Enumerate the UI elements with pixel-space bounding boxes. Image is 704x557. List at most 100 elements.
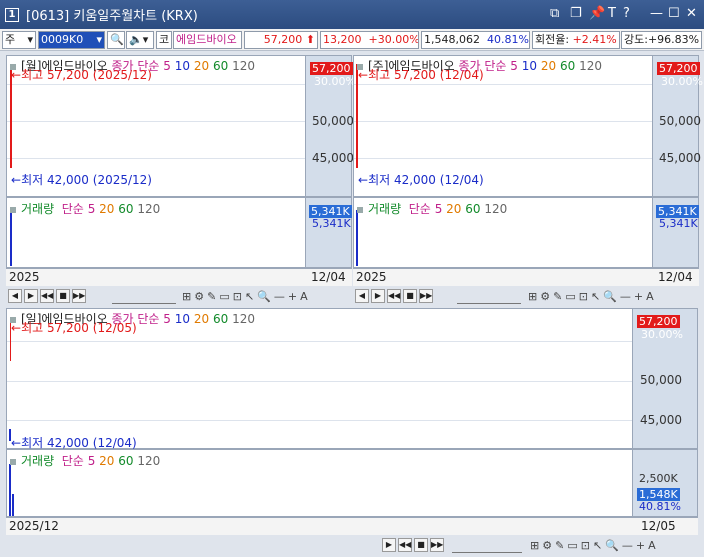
change-value: 13,200 +30.00% <box>320 31 419 49</box>
window-icon[interactable]: ▭ <box>219 290 229 303</box>
monthly-price-pane[interactable]: [월]에임드바이오 종가 단순 5 10 20 60 120 ←최고 57,20… <box>6 55 356 197</box>
zoom-icon[interactable]: 🔍 <box>257 290 271 303</box>
cursor-icon[interactable]: ↖ <box>593 539 602 552</box>
stock-name: 에임드바이오 <box>173 31 242 49</box>
stop-icon[interactable]: ■ <box>403 289 417 303</box>
weekly-price-pane[interactable]: [주]에임드바이오 종가 단순 5 10 20 60 120 ←최고 57,20… <box>353 55 703 197</box>
gear-icon[interactable]: ⚙ <box>540 290 550 303</box>
grid-icon[interactable]: ⊞ <box>182 290 191 303</box>
help-icon[interactable]: ? <box>623 6 630 21</box>
weekly-footer: 2025 12/04 <box>353 268 699 286</box>
monthly-footer: 2025 12/04 <box>6 268 352 286</box>
weekly-tick-45000: 45,000 <box>659 151 701 165</box>
ruler-icon[interactable]: ⊡ <box>581 539 590 552</box>
monthly-high-label: ←최고 57,200 (2025/12) <box>11 68 152 82</box>
daily-volume-pct: 40.81% <box>639 500 681 513</box>
cursor-icon[interactable]: ↖ <box>591 290 600 303</box>
gear-icon[interactable]: ⚙ <box>542 539 552 552</box>
fast-forward-icon[interactable]: ▶▶ <box>419 289 433 303</box>
monthly-volume-header: 거래량 단순 5 20 60 120 <box>10 200 160 217</box>
weekly-nav: ◀ ▶ ◀◀ ■ ▶▶ <box>355 288 433 304</box>
monthly-volume-bar <box>10 210 12 266</box>
monthly-tick-50000: 50,000 <box>312 114 354 128</box>
scroll-right-icon[interactable]: ▶ <box>382 538 396 552</box>
font-icon[interactable]: A <box>300 290 308 303</box>
stop-icon[interactable]: ■ <box>56 289 70 303</box>
text-icon[interactable]: T <box>608 6 616 21</box>
font-icon[interactable]: A <box>646 290 654 303</box>
weekly-tools: ⊞ ⚙ ✎ ▭ ⊡ ↖ 🔍 — + A <box>528 288 654 304</box>
monthly-volume-pane[interactable]: 거래량 단순 5 20 60 120 5,341K 5,341K <box>6 197 352 268</box>
up-arrow-icon: ⬆ <box>305 33 315 46</box>
daily-price-badge: 57,200 <box>637 315 680 328</box>
daily-zoom-slider[interactable] <box>452 537 522 553</box>
daily-volume-tick: 2,500K <box>639 472 678 485</box>
gear-icon[interactable]: ⚙ <box>194 290 204 303</box>
rewind-icon[interactable]: ◀◀ <box>398 538 412 552</box>
cursor-icon[interactable]: ↖ <box>245 290 254 303</box>
price-value: 57,200 ⬆ <box>244 31 318 49</box>
chevron-down-icon: ▾ <box>27 33 33 46</box>
weekly-volume-bar <box>356 210 358 266</box>
zoom-icon[interactable]: 🔍 <box>603 290 617 303</box>
weekly-volume-header: 거래량 단순 5 20 60 120 <box>357 200 507 217</box>
plus-icon[interactable]: + <box>636 539 645 552</box>
monthly-price-badge: 57,200 <box>310 62 353 75</box>
draw-icon[interactable]: ✎ <box>555 539 564 552</box>
weekly-zoom-slider[interactable] <box>457 288 521 304</box>
turnover-value: 회전율: +2.41% <box>532 31 620 49</box>
monthly-volume-tick: 5,341K <box>312 217 351 230</box>
daily-price-pane[interactable]: [일]에임드바이오 종가 단순 5 10 20 60 120 ←최고 57,20… <box>6 308 698 450</box>
daily-high-label: ←최고 57,200 (12/05) <box>11 321 137 335</box>
daily-tick-45000: 45,000 <box>640 413 682 427</box>
period-select[interactable]: 주 ▾ <box>2 31 36 49</box>
monthly-date-end: 12/04 <box>311 270 346 284</box>
plus-icon[interactable]: + <box>634 290 643 303</box>
scroll-left-icon[interactable]: ◀ <box>355 289 369 303</box>
zoom-icon[interactable]: 🔍 <box>605 539 619 552</box>
maximize-icon[interactable]: ☐ <box>668 6 680 21</box>
weekly-volume-pane[interactable]: 거래량 단순 5 20 60 120 5,341K 5,341K <box>353 197 699 268</box>
weekly-low-label: ←최저 42,000 (12/04) <box>358 173 484 187</box>
rewind-icon[interactable]: ◀◀ <box>387 289 401 303</box>
monthly-tools: ⊞ ⚙ ✎ ▭ ⊡ ↖ 🔍 — + A <box>182 288 308 304</box>
window-icon[interactable]: ▭ <box>565 290 575 303</box>
close-icon[interactable]: ✕ <box>686 6 697 21</box>
grid-icon[interactable]: ⊞ <box>528 290 537 303</box>
font-icon[interactable]: A <box>648 539 656 552</box>
code-input[interactable]: 0009K0 ▾ <box>38 31 105 49</box>
stop-icon[interactable]: ■ <box>414 538 428 552</box>
daily-volume-pane[interactable]: 거래량 단순 5 20 60 120 2,500K 1,548K 40.81% <box>6 449 698 517</box>
weekly-high-label: ←최고 57,200 (12/04) <box>358 68 484 82</box>
monthly-tick-45000: 45,000 <box>312 151 354 165</box>
draw-icon[interactable]: ✎ <box>553 290 562 303</box>
daily-tools: ⊞ ⚙ ✎ ▭ ⊡ ↖ 🔍 — + A <box>530 537 656 553</box>
search-icon[interactable]: 🔍 <box>107 31 125 49</box>
monthly-zoom-slider[interactable] <box>112 288 176 304</box>
minimize-icon[interactable]: — <box>650 6 663 21</box>
grid-icon[interactable]: ⊞ <box>530 539 539 552</box>
window-number: 1 <box>5 7 19 22</box>
rewind-icon[interactable]: ◀◀ <box>40 289 54 303</box>
link-icon[interactable]: ⧉ <box>550 6 559 21</box>
window-icon[interactable]: ▭ <box>567 539 577 552</box>
daily-nav: ▶ ◀◀ ■ ▶▶ <box>382 537 444 553</box>
minus-icon[interactable]: — <box>274 290 285 303</box>
fast-forward-icon[interactable]: ▶▶ <box>72 289 86 303</box>
volume-value: 1,548,062 40.81% <box>421 31 530 49</box>
ruler-icon[interactable]: ⊡ <box>233 290 242 303</box>
plus-icon[interactable]: + <box>288 290 297 303</box>
minus-icon[interactable]: — <box>620 290 631 303</box>
fast-forward-icon[interactable]: ▶▶ <box>430 538 444 552</box>
minus-icon[interactable]: — <box>622 539 633 552</box>
speaker-icon[interactable]: 🔈▾ <box>126 31 154 49</box>
ruler-icon[interactable]: ⊡ <box>579 290 588 303</box>
draw-icon[interactable]: ✎ <box>207 290 216 303</box>
scroll-left-icon[interactable]: ◀ <box>8 289 22 303</box>
chevron-down-icon: ▾ <box>96 33 102 46</box>
copy-icon[interactable]: ❐ <box>570 6 582 21</box>
scroll-right-icon[interactable]: ▶ <box>371 289 385 303</box>
scroll-right-icon[interactable]: ▶ <box>24 289 38 303</box>
pin-icon[interactable]: 📌 <box>589 6 605 21</box>
monthly-nav: ◀ ▶ ◀◀ ■ ▶▶ <box>8 288 86 304</box>
